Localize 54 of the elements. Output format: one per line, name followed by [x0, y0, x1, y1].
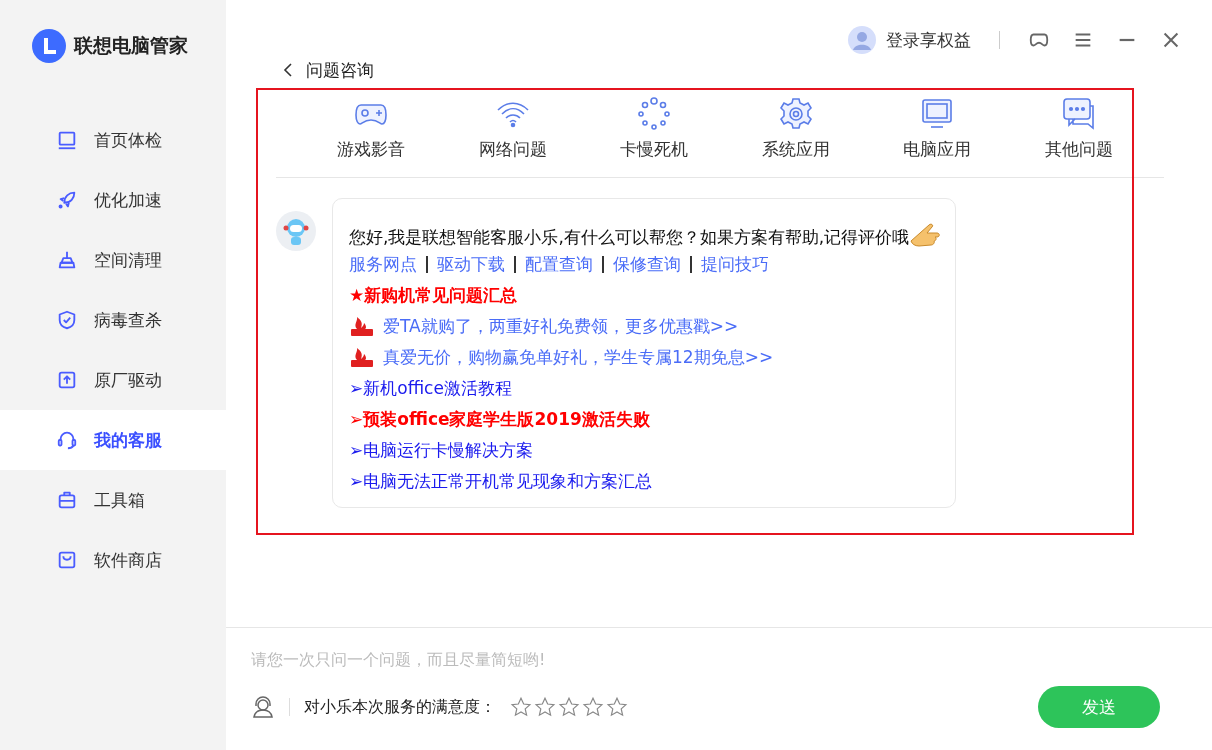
quick-link[interactable]: 驱动下载: [437, 253, 505, 276]
sidebar-item[interactable]: 软件商店: [0, 530, 226, 590]
category-tab[interactable]: 游戏影音: [316, 96, 426, 161]
rocket-icon: [56, 189, 78, 211]
star-icon[interactable]: [582, 696, 604, 718]
rating-label: 对小乐本次服务的满意度：: [304, 696, 496, 718]
hot-flame-icon: [349, 347, 375, 368]
back-icon[interactable]: [282, 62, 294, 78]
app-title: 联想电脑管家: [74, 33, 188, 58]
quick-link[interactable]: 保修查询: [613, 253, 681, 276]
login-link[interactable]: 登录享权益: [886, 28, 971, 52]
headset-icon: [56, 429, 78, 451]
sidebar-item[interactable]: 我的客服: [0, 410, 226, 470]
greeting-text: 您好,我是联想智能客服小乐,有什么可以帮您？如果方案有帮助,记得评价哦: [349, 226, 910, 249]
robot-avatar-icon: [276, 211, 316, 251]
spinner-icon: [636, 96, 673, 132]
quick-link[interactable]: 提问技巧: [701, 253, 769, 276]
pointing-hand-icon: [909, 221, 942, 249]
promo-link[interactable]: 真爱无价，购物赢免单好礼，学生专属12期免息>>: [383, 346, 774, 369]
sidebar-item[interactable]: 首页体检: [0, 110, 226, 170]
store-icon: [56, 549, 78, 571]
agent-icon[interactable]: [251, 695, 275, 719]
sidebar-item[interactable]: 原厂驱动: [0, 350, 226, 410]
sidebar-item[interactable]: 工具箱: [0, 470, 226, 530]
page-title: 问题咨询: [306, 58, 374, 82]
category-tab[interactable]: 系统应用: [740, 96, 851, 161]
star-icon[interactable]: [510, 696, 532, 718]
promo-link[interactable]: 爱TA就购了，两重好礼免费领，更多优惠戳>>: [383, 315, 739, 338]
category-tab[interactable]: 其他问题: [1023, 96, 1134, 161]
upload-icon: [56, 369, 78, 391]
category-tab[interactable]: 电脑应用: [882, 96, 993, 161]
sidebar-item[interactable]: 空间清理: [0, 230, 226, 290]
hot-flame-icon: [349, 316, 375, 337]
article-link[interactable]: ➢新机office激活教程: [349, 377, 512, 400]
star-icon[interactable]: [606, 696, 628, 718]
shield-icon: [56, 309, 78, 331]
quick-link[interactable]: 服务网点: [349, 253, 417, 276]
sidebar-item[interactable]: 病毒查杀: [0, 290, 226, 350]
toolbox-icon: [56, 489, 78, 511]
sidebar-item[interactable]: 优化加速: [0, 170, 226, 230]
chat-icon: [1060, 96, 1097, 132]
broom-icon: [56, 249, 78, 271]
article-link[interactable]: ★新购机常见问题汇总: [349, 284, 518, 307]
gear-icon: [777, 96, 814, 132]
category-tab[interactable]: 卡慢死机: [599, 96, 710, 161]
star-icon[interactable]: [558, 696, 580, 718]
category-tab[interactable]: 网络问题: [457, 96, 568, 161]
article-link[interactable]: ➢电脑无法正常开机常见现象和方案汇总: [349, 470, 653, 493]
star-icon[interactable]: [534, 696, 556, 718]
quick-link[interactable]: 配置查询: [525, 253, 593, 276]
article-link[interactable]: ➢预装office家庭学生版2019激活失败: [349, 408, 650, 431]
article-link[interactable]: ➢电脑运行卡慢解决方案: [349, 439, 534, 462]
logo-icon: [32, 29, 66, 63]
laptop-icon: [56, 129, 78, 151]
